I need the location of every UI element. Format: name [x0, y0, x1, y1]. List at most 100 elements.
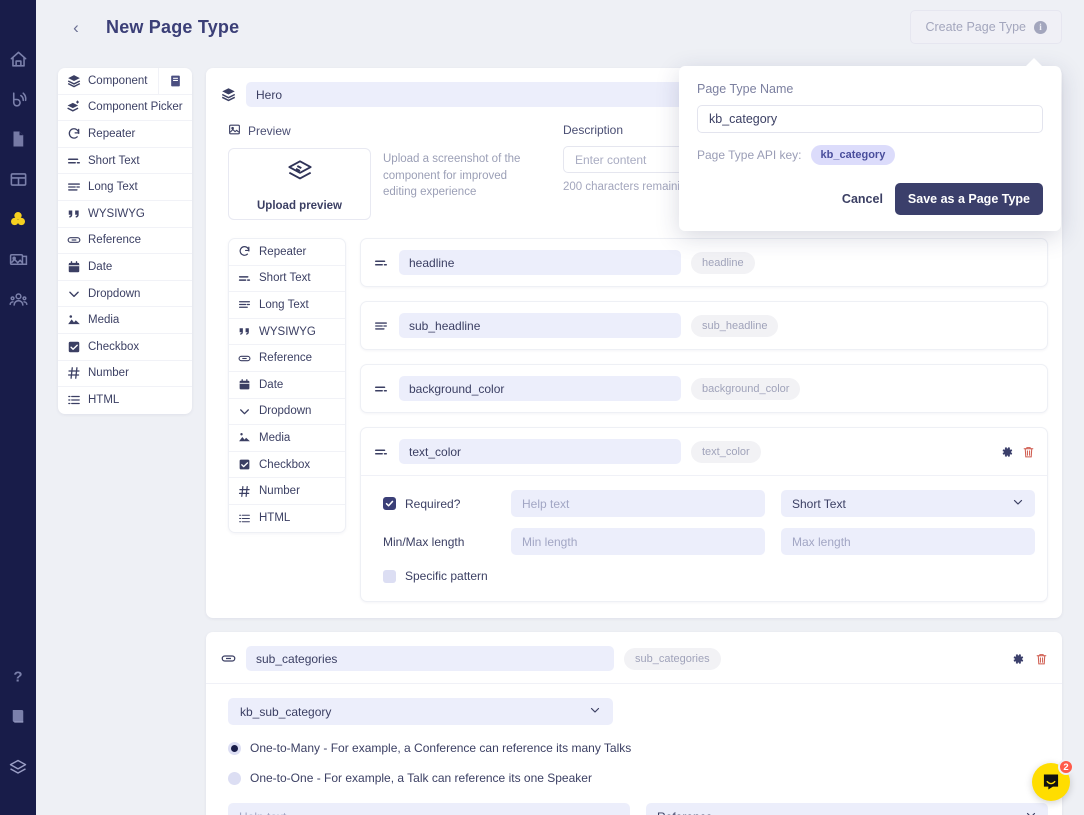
nav-home-icon[interactable] — [3, 46, 33, 72]
short-text-icon[interactable] — [373, 256, 389, 270]
field-card-sub-headline: sub_headline — [360, 301, 1048, 350]
field-name-input[interactable] — [399, 376, 681, 401]
radio-one-to-many[interactable] — [228, 741, 241, 755]
field-options-grid: Required? Short Text — [383, 490, 1035, 555]
inner-palette-label: Reference — [259, 352, 313, 365]
palette-item-media[interactable]: Media — [58, 307, 192, 334]
book-icon[interactable] — [158, 68, 192, 95]
palette-label: Checkbox — [88, 340, 140, 353]
palette-item-html[interactable]: HTML — [58, 387, 192, 414]
inner-palette-item-wysiwyg[interactable]: WYSIWYG — [229, 319, 345, 346]
calendar-icon — [237, 378, 252, 391]
specific-pattern-option[interactable]: Specific pattern — [383, 569, 1035, 583]
nav-users-icon[interactable] — [3, 286, 33, 312]
field-card-text-color: text_color text_color Required? Help tex… — [360, 427, 1048, 602]
short-text-icon — [66, 154, 81, 168]
page-type-name-input[interactable] — [697, 105, 1043, 133]
palette-label: Long Text — [88, 181, 138, 194]
inner-palette-item-date[interactable]: Date — [229, 372, 345, 399]
field-row: sub_headline — [361, 302, 1047, 349]
palette-item-checkbox[interactable]: Checkbox — [58, 334, 192, 361]
relation-option-one-to-many[interactable]: One-to-Many - For example, a Conference … — [228, 741, 1048, 755]
reference-type-select[interactable]: Reference — [646, 803, 1048, 815]
calendar-icon — [66, 260, 81, 274]
inner-palette-item-media[interactable]: Media — [229, 425, 345, 452]
field-delete-icon[interactable] — [1022, 445, 1035, 459]
image-icon — [228, 123, 241, 139]
intercom-badge: 2 — [1058, 759, 1074, 775]
intercom-launcher[interactable]: 2 — [1032, 759, 1074, 801]
nav-book-icon[interactable] — [3, 703, 33, 729]
palette-label: WYSIWYG — [88, 207, 145, 220]
quote-icon — [237, 325, 252, 338]
required-checkbox[interactable] — [383, 497, 396, 510]
popup-save-button[interactable]: Save as a Page Type — [894, 183, 1043, 215]
inner-palette-label: WYSIWYG — [259, 325, 316, 338]
hero-name-input[interactable] — [246, 82, 691, 107]
topbar-actions: Create Page Type i — [910, 10, 1062, 44]
page-type-popup: Page Type Name Page Type API key: kb_cat… — [679, 58, 1061, 231]
field-api-badge: sub_headline — [691, 314, 779, 337]
list-icon — [66, 393, 81, 407]
sub-categories-settings-gear-icon[interactable] — [1011, 652, 1025, 666]
nav-stack-icon[interactable] — [3, 755, 33, 781]
field-type-select[interactable]: Short Text — [781, 490, 1035, 517]
nav-help-icon[interactable]: ? — [3, 663, 33, 689]
inner-palette-item-number[interactable]: Number — [229, 478, 345, 505]
back-button[interactable]: ‹ — [66, 19, 86, 36]
short-text-icon[interactable] — [373, 445, 389, 459]
short-text-icon[interactable] — [373, 382, 389, 396]
max-length-input[interactable] — [781, 528, 1035, 555]
palette-item-long-text[interactable]: Long Text — [58, 174, 192, 201]
palette-item-component[interactable]: Component — [58, 68, 192, 95]
inner-palette-item-checkbox[interactable]: Checkbox — [229, 452, 345, 479]
popup-cancel-button[interactable]: Cancel — [842, 192, 883, 206]
field-api-badge: headline — [691, 251, 755, 274]
inner-palette-label: HTML — [259, 512, 291, 525]
upload-preview-box[interactable]: Upload preview — [228, 148, 371, 220]
palette-item-component-picker[interactable]: Component Picker — [58, 95, 192, 122]
reference-target-select[interactable]: kb_sub_category — [228, 698, 613, 725]
palette-item-repeater[interactable]: Repeater — [58, 121, 192, 148]
relation-label: One-to-Many - For example, a Conference … — [250, 741, 632, 755]
component-type-palette: Component Component Picker Repeater Shor… — [58, 68, 192, 414]
sub-categories-delete-icon[interactable] — [1035, 652, 1048, 666]
reference-help-text-input[interactable] — [228, 803, 630, 815]
field-settings-gear-icon[interactable] — [1000, 445, 1014, 459]
palette-item-number[interactable]: Number — [58, 361, 192, 388]
min-length-input[interactable] — [511, 528, 765, 555]
palette-item-short-text[interactable]: Short Text — [58, 148, 192, 175]
nav-blog-icon[interactable] — [3, 86, 33, 112]
radio-one-to-one[interactable] — [228, 771, 241, 785]
inner-palette-item-dropdown[interactable]: Dropdown — [229, 399, 345, 426]
long-text-icon[interactable] — [373, 319, 389, 333]
inner-palette-item-short-text[interactable]: Short Text — [229, 266, 345, 293]
nav-components-icon[interactable] — [3, 206, 33, 232]
nav-rail-bottom: ? — [3, 663, 33, 815]
palette-item-reference[interactable]: Reference — [58, 228, 192, 255]
relation-option-one-to-one[interactable]: One-to-One - For example, a Talk can ref… — [228, 771, 1048, 785]
inner-palette-item-reference[interactable]: Reference — [229, 345, 345, 372]
inner-palette-item-repeater[interactable]: Repeater — [229, 239, 345, 266]
image-icon — [237, 431, 252, 444]
required-option[interactable]: Required? — [383, 497, 495, 511]
create-page-type-button[interactable]: Create Page Type i — [910, 10, 1062, 44]
inner-palette-item-html[interactable]: HTML — [229, 505, 345, 532]
layers-icon — [66, 74, 81, 88]
specific-pattern-checkbox[interactable] — [383, 569, 396, 583]
palette-item-wysiwyg[interactable]: WYSIWYG — [58, 201, 192, 228]
nav-layout-icon[interactable] — [3, 166, 33, 192]
field-name-input[interactable] — [399, 313, 681, 338]
link-icon — [220, 651, 236, 666]
field-row: text_color — [361, 428, 1047, 475]
nav-page-icon[interactable] — [3, 126, 33, 152]
palette-item-date[interactable]: Date — [58, 254, 192, 281]
palette-item-dropdown[interactable]: Dropdown — [58, 281, 192, 308]
inner-palette-item-long-text[interactable]: Long Text — [229, 292, 345, 319]
field-name-input[interactable] — [399, 439, 681, 464]
field-name-input[interactable] — [399, 250, 681, 275]
sub-categories-name-input[interactable] — [246, 646, 614, 671]
info-icon[interactable]: i — [1034, 20, 1047, 34]
help-text-input[interactable] — [511, 490, 765, 517]
nav-media-icon[interactable] — [3, 246, 33, 272]
